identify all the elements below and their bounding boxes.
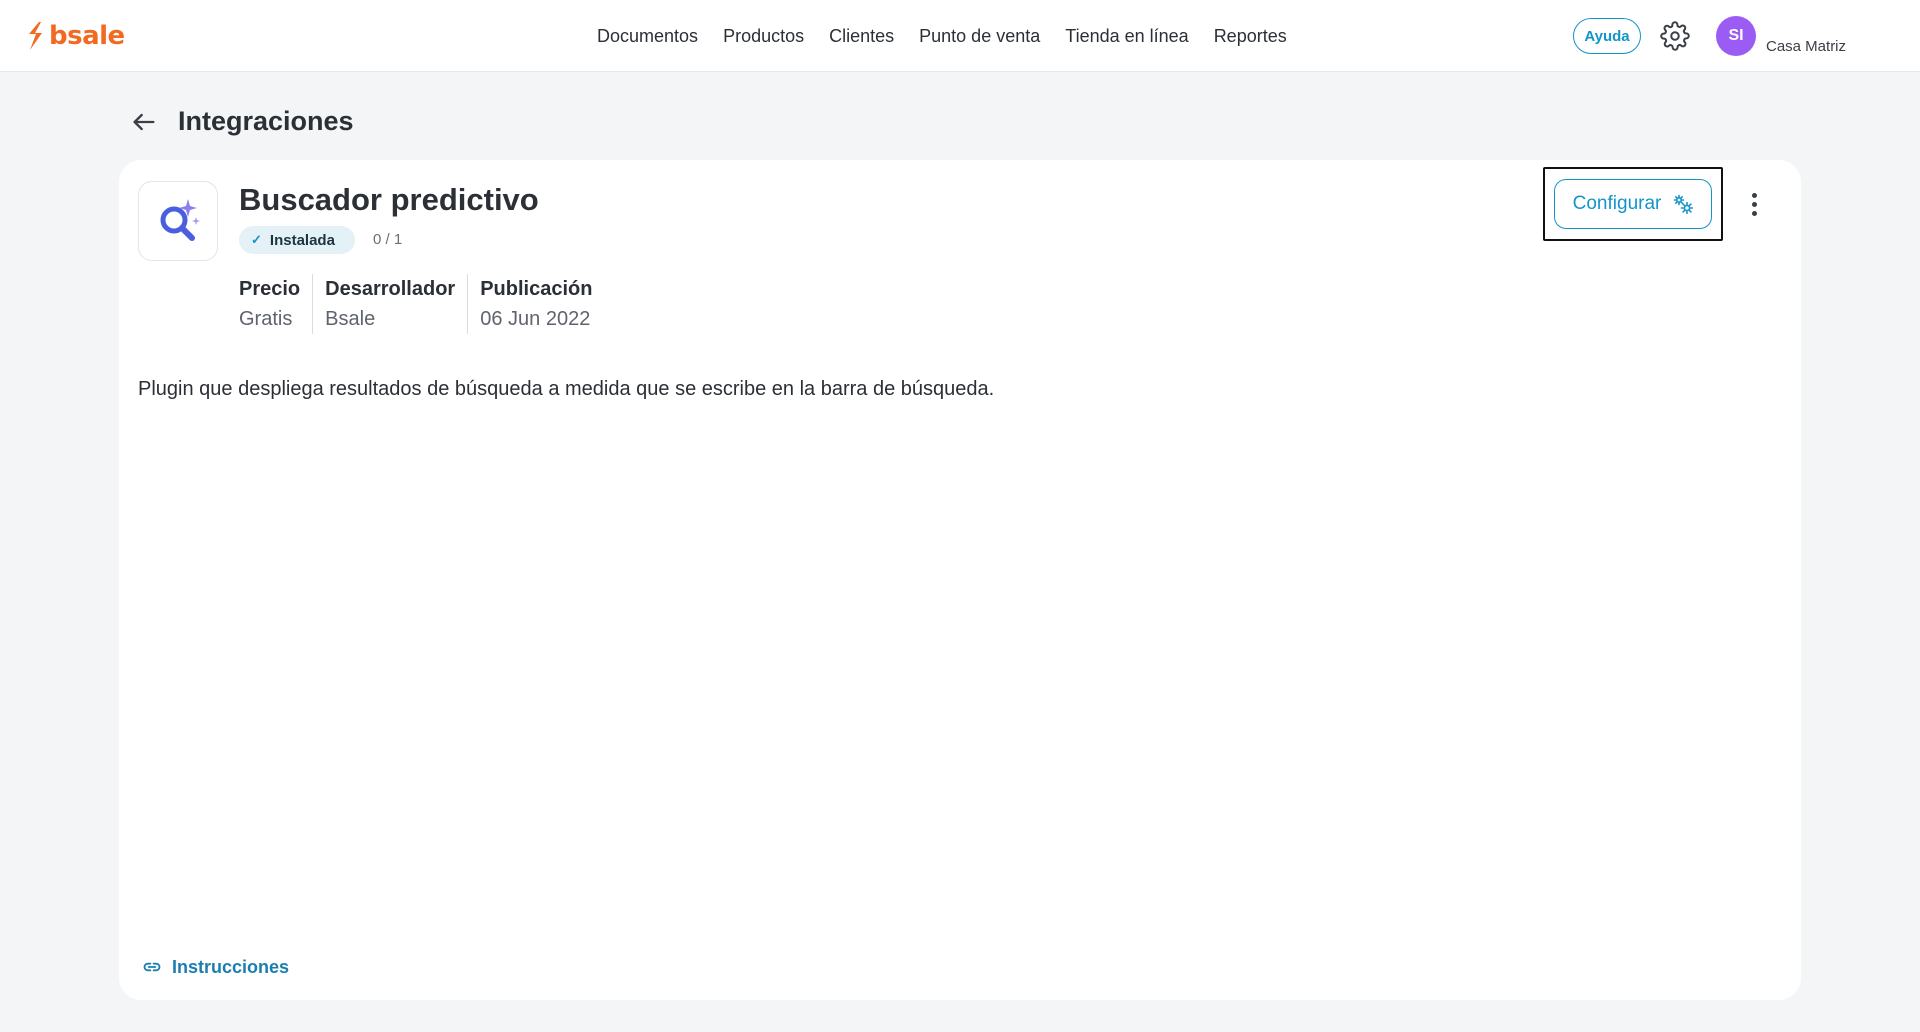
meta-publication-value: 06 Jun 2022 xyxy=(480,308,591,330)
instructions-link[interactable]: Instrucciones xyxy=(142,952,289,982)
meta-publication: Publicación 06 Jun 2022 xyxy=(467,274,604,334)
user-avatar[interactable]: SI xyxy=(1716,16,1756,56)
meta-developer-label: Desarrollador xyxy=(325,278,456,300)
status-label: Instalada xyxy=(269,231,335,249)
configure-label: Configurar xyxy=(1572,193,1662,214)
branch-name[interactable]: Casa Matriz xyxy=(1766,38,1846,55)
configure-button[interactable]: Configurar xyxy=(1554,179,1712,229)
meta-price: Precio Gratis xyxy=(239,274,312,334)
meta-publication-label: Publicación xyxy=(480,278,593,300)
nav-tienda-en-linea[interactable]: Tienda en línea xyxy=(1065,26,1188,47)
nav-clientes[interactable]: Clientes xyxy=(829,26,894,47)
nav-productos[interactable]: Productos xyxy=(723,26,804,47)
nav-documentos[interactable]: Documentos xyxy=(597,26,698,47)
link-icon xyxy=(143,962,161,972)
page-title: Integraciones xyxy=(178,106,354,136)
main-nav: Documentos Productos Clientes Punto de v… xyxy=(597,22,1287,50)
app-icon xyxy=(138,181,218,261)
settings-button[interactable] xyxy=(1660,21,1690,51)
app-description: Plugin que despliega resultados de búsqu… xyxy=(138,378,995,400)
back-button[interactable] xyxy=(130,108,158,136)
check-icon: ✓ xyxy=(251,232,262,247)
status-badge: ✓ Instalada xyxy=(239,226,355,254)
app-name: Buscador predictivo xyxy=(239,182,539,217)
app-meta: Precio Gratis Desarrollador Bsale Public… xyxy=(239,274,604,334)
arrow-left-icon xyxy=(133,113,155,131)
search-sparkle-icon xyxy=(160,199,200,241)
install-count: 0 / 1 xyxy=(373,231,403,248)
help-button[interactable]: Ayuda xyxy=(1573,18,1641,54)
bsale-logo[interactable]: bsale xyxy=(25,20,125,52)
more-options-icon[interactable] xyxy=(1744,187,1764,221)
integration-card: Buscador predictivo ✓ Instalada 0 / 1 Pr… xyxy=(119,160,1801,1000)
meta-developer: Desarrollador Bsale xyxy=(312,274,467,334)
top-header: bsale Documentos Productos Clientes Punt… xyxy=(0,0,1920,72)
gear-icon xyxy=(1660,21,1690,51)
nav-reportes[interactable]: Reportes xyxy=(1214,26,1287,47)
instructions-label: Instrucciones xyxy=(172,956,290,977)
gears-icon xyxy=(1674,194,1694,214)
nav-punto-de-venta[interactable]: Punto de venta xyxy=(919,26,1040,47)
meta-price-label: Precio xyxy=(239,278,301,300)
meta-developer-value: Bsale xyxy=(325,308,376,330)
meta-price-value: Gratis xyxy=(239,308,293,330)
bsale-logo-mark-icon xyxy=(29,22,42,50)
logo-text: bsale xyxy=(49,21,125,51)
